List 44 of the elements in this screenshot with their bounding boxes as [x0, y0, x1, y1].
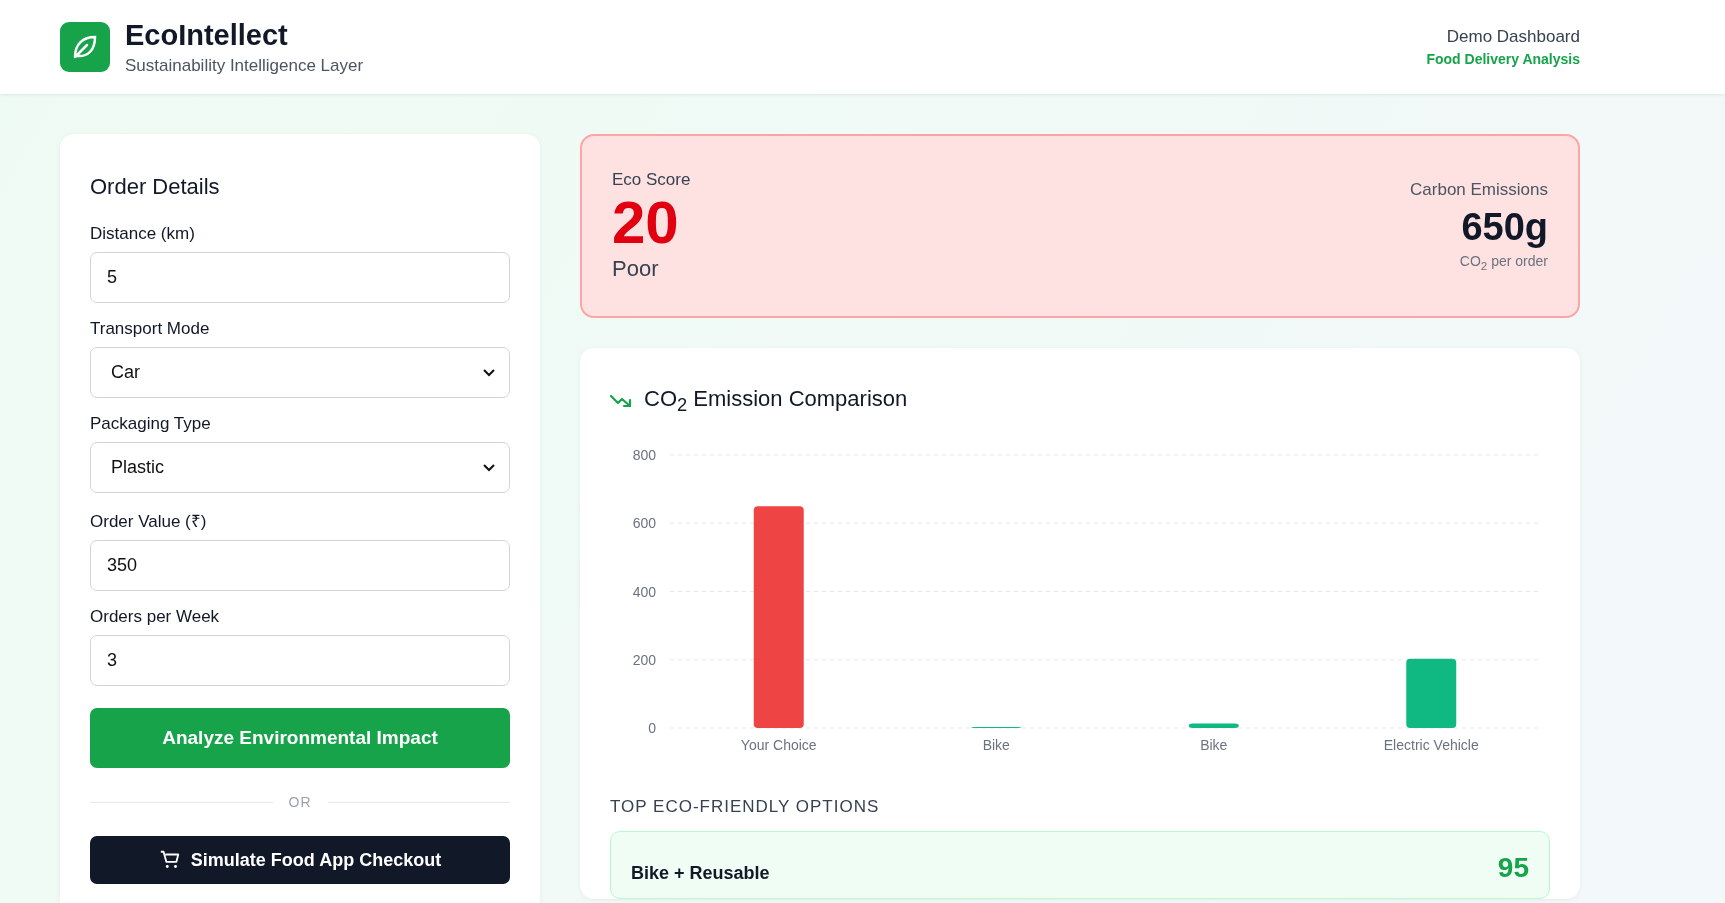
x-axis-label: Bike [1200, 737, 1228, 754]
input-field[interactable]: 350 [90, 540, 510, 591]
app-subtitle: Sustainability Intelligence Layer [125, 55, 364, 76]
option-name: Bike + Reusable [631, 863, 770, 885]
field-label: Packaging Type [90, 414, 212, 434]
cart-icon [158, 849, 181, 871]
checkout-button[interactable]: Simulate Food App Checkout [90, 836, 510, 884]
or-divider-label: OR [288, 794, 312, 810]
field-label: Order Value (₹) [90, 511, 208, 532]
y-axis-tick: 800 [632, 447, 656, 464]
x-axis-label: Bike [982, 737, 1010, 754]
select-field[interactable]: Car [90, 347, 510, 398]
option-card[interactable]: Bike + Reusable 95 [610, 831, 1550, 900]
input-field[interactable]: 5 [90, 252, 510, 303]
emissions-label: Carbon Emissions [1410, 180, 1548, 201]
trend-down-icon [610, 393, 634, 410]
eco-score-value: 20 [612, 190, 680, 256]
chart-bar [1406, 659, 1457, 729]
dashboard-label: Demo Dashboard [1445, 27, 1580, 47]
x-axis-label: Electric Vehicle [1383, 737, 1479, 754]
chevron-down-icon [483, 463, 495, 472]
chevron-down-icon [483, 368, 495, 377]
leaf-logo-icon [60, 22, 110, 72]
emissions-unit: CO$_{2}$ per order [1458, 253, 1548, 272]
app-title: EcoIntellect [125, 18, 289, 52]
eco-score-rating: Poor [612, 256, 660, 282]
field-label: Transport Mode [90, 319, 211, 339]
y-axis-tick: 0 [648, 720, 656, 737]
card-title: Order Details [90, 174, 221, 200]
chart-bar [1188, 723, 1239, 729]
input-field[interactable]: 3 [90, 635, 510, 686]
field-label: Orders per Week [90, 607, 221, 627]
y-axis-tick: 400 [632, 583, 656, 600]
x-axis-label: Your Choice [740, 737, 817, 754]
chart-title: CO$_{2}$ Emission Comparison [644, 386, 908, 417]
select-field[interactable]: Plastic [90, 442, 510, 493]
field-label: Distance (km) [90, 224, 196, 244]
analysis-label: Food Delivery Analysis [1426, 51, 1580, 67]
y-axis-tick: 200 [632, 652, 656, 669]
eco-score-label: Eco Score [612, 170, 691, 190]
options-heading: TOP ECO-FRIENDLY OPTIONS [610, 797, 881, 818]
y-axis-tick: 600 [632, 515, 656, 532]
option-score: 95 [1497, 852, 1529, 885]
emissions-value: 650g [1460, 206, 1548, 250]
